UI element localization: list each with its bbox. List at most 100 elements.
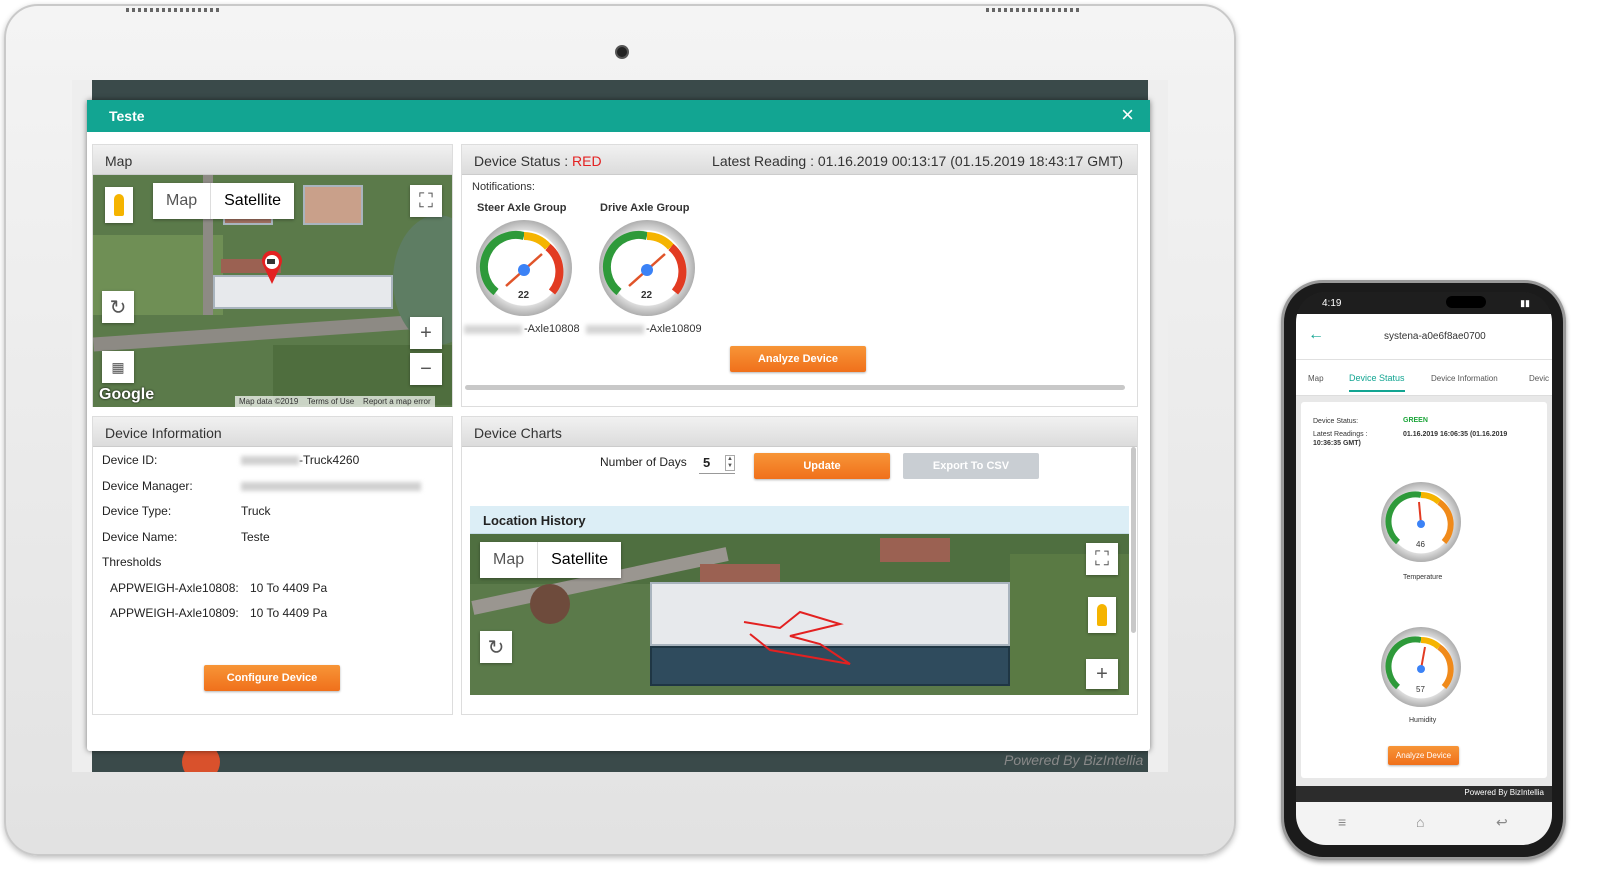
location-rotate-icon[interactable]: ↻ [480, 631, 512, 663]
rotate-icon[interactable]: ↻ [102, 291, 134, 323]
device-name-value: Teste [241, 530, 270, 544]
menu-icon[interactable]: ≡ [1338, 814, 1346, 830]
temperature-gauge: 46 [1381, 482, 1461, 562]
location-map-type-satellite-button[interactable]: Satellite [537, 542, 621, 578]
gauge-drive-value: 22 [641, 290, 653, 301]
humidity-value: 57 [1416, 685, 1425, 694]
gauge-drive-axle: 22 [599, 220, 695, 316]
tablet-speaker-right [986, 8, 1082, 12]
modal-header: Teste × [87, 100, 1150, 132]
charts-scrollbar[interactable] [1131, 447, 1136, 633]
phone-tab-map[interactable]: Map [1308, 374, 1324, 383]
zoom-out-icon[interactable]: − [410, 353, 442, 385]
location-pegman-icon[interactable] [1088, 597, 1116, 633]
map-panel-title: Map [93, 145, 452, 175]
number-of-days-input[interactable]: 5 ▲ ▼ [699, 454, 735, 474]
phone-analyze-button[interactable]: Analyze Device [1388, 746, 1459, 765]
report-link[interactable]: Report a map error [363, 397, 431, 406]
phone-status-bar: 4:19 ▮▮ [1296, 292, 1552, 314]
gauge-steer-value: 22 [518, 290, 530, 301]
humidity-label: Humidity [1409, 717, 1437, 724]
stepper-icon[interactable]: ▲ ▼ [725, 455, 735, 471]
axle-label-2-text: -Axle10809 [646, 323, 702, 335]
location-path [743, 610, 851, 665]
phone-powered-text: Powered By BizIntellia [1464, 788, 1544, 797]
fullscreen-icon[interactable]: ⛶ [410, 185, 442, 217]
phone-readings-value-gmt: 10:36:35 GMT) [1313, 440, 1361, 447]
update-button[interactable]: Update [754, 453, 890, 479]
device-manager-value [241, 479, 421, 493]
device-name-label: Device Name: [102, 530, 178, 544]
device-type-label: Device Type: [102, 504, 172, 518]
map-data-text: Map data ©2019 [239, 397, 299, 406]
map-type-satellite-button[interactable]: Satellite [210, 183, 294, 219]
phone-tab-device-information[interactable]: Device Information [1431, 374, 1498, 383]
zoom-in-icon[interactable]: + [410, 317, 442, 349]
device-modal: Teste × Map Map Satellite ⛶ ↻ + − ▦ Goog… [87, 100, 1150, 751]
latest-reading: Latest Reading : 01.16.2019 00:13:17 (01… [712, 153, 1123, 169]
pegman-icon[interactable] [105, 187, 133, 223]
tablet-speaker-left [126, 8, 222, 12]
status-scrollbar[interactable] [465, 385, 1125, 390]
gauge-steer-axle: 22 [476, 220, 572, 316]
phone-nav-bar: ≡ ⌂ ↩ [1296, 802, 1552, 845]
device-status-value: RED [572, 153, 602, 169]
phone-tab-device-status[interactable]: Device Status [1349, 373, 1405, 392]
location-map-type-map-button[interactable]: Map [480, 542, 537, 578]
terms-link[interactable]: Terms of Use [307, 397, 354, 406]
temperature-value: 46 [1416, 540, 1425, 549]
map-type-map-button[interactable]: Map [153, 183, 210, 219]
battery-icon: ▮▮ [1520, 298, 1530, 308]
phone-device-title: systena-a0e6f8ae0700 [1384, 331, 1486, 342]
device-type-value: Truck [241, 504, 271, 518]
threshold-value-1: 10 To 4409 Pa [250, 581, 328, 595]
modal-title: Teste [109, 108, 145, 124]
device-id-label: Device ID: [102, 453, 158, 467]
location-zoom-in-icon[interactable]: + [1086, 659, 1118, 689]
tablet-camera [615, 45, 629, 59]
phone-status-value: GREEN [1403, 417, 1428, 424]
analyze-device-button[interactable]: Analyze Device [730, 346, 866, 372]
phone-readings-label: Latest Readings : [1313, 431, 1368, 438]
phone-status-label: Device Status: [1313, 418, 1359, 425]
notifications-label: Notifications: [472, 181, 535, 193]
phone-time: 4:19 [1322, 298, 1342, 309]
axle-label-1-text: -Axle10808 [524, 323, 580, 335]
location-fullscreen-icon[interactable]: ⛶ [1086, 543, 1118, 575]
back-icon[interactable]: ↩ [1496, 814, 1508, 831]
google-logo: Google [99, 386, 155, 403]
location-map-type-control: Map Satellite [480, 542, 622, 578]
configure-device-button[interactable]: Configure Device [204, 665, 340, 691]
gauge-title-drive: Drive Axle Group [600, 202, 690, 214]
phone-tab-device-more[interactable]: Devic [1529, 374, 1549, 383]
close-icon[interactable]: × [1121, 104, 1134, 126]
home-icon[interactable]: ⌂ [1416, 814, 1424, 830]
device-manager-label: Device Manager: [102, 479, 193, 493]
back-arrow-icon[interactable]: ← [1308, 326, 1324, 344]
thresholds-label: Thresholds [102, 555, 162, 569]
phone-status-card: Device Status: GREEN Latest Readings : 0… [1301, 402, 1547, 778]
axle-label-1: -Axle10808 [464, 323, 580, 335]
map-panel: Map Map Satellite ⛶ ↻ + − ▦ Google Map d… [92, 144, 453, 407]
phone-tabs: Map Device Status Device Information Dev… [1296, 360, 1552, 396]
device-id-text: -Truck4260 [299, 453, 360, 467]
threshold-value-2: 10 To 4409 Pa [250, 606, 328, 620]
threshold-name-2: APPWEIGH-Axle10809: [110, 606, 239, 620]
device-info-panel: Device Information Device ID: -Truck4260… [92, 416, 453, 715]
device-charts-title: Device Charts [462, 417, 1137, 447]
location-history-title: Location History [470, 506, 1129, 534]
map-attribution: Map data ©2019 Terms of Use Report a map… [235, 396, 435, 407]
phone-powered-by: Powered By BizIntellia [1296, 786, 1552, 802]
map-marker-icon[interactable] [261, 251, 283, 285]
axle-label-2: -Axle10809 [586, 323, 702, 335]
temperature-label: Temperature [1403, 574, 1443, 581]
export-csv-button[interactable]: Export To CSV [903, 453, 1039, 479]
device-status-header: Device Status : RED Latest Reading : 01.… [462, 145, 1137, 175]
tilt-icon[interactable]: ▦ [102, 351, 134, 383]
phone-content: Device Status: GREEN Latest Readings : 0… [1296, 396, 1552, 786]
phone-screen: 4:19 ▮▮ ← systena-a0e6f8ae0700 Map Devic… [1296, 292, 1552, 845]
map-type-control: Map Satellite [153, 183, 295, 219]
phone-app-bar: ← systena-a0e6f8ae0700 [1296, 314, 1552, 360]
device-info-title: Device Information [93, 417, 452, 447]
number-of-days-label: Number of Days [600, 455, 687, 469]
